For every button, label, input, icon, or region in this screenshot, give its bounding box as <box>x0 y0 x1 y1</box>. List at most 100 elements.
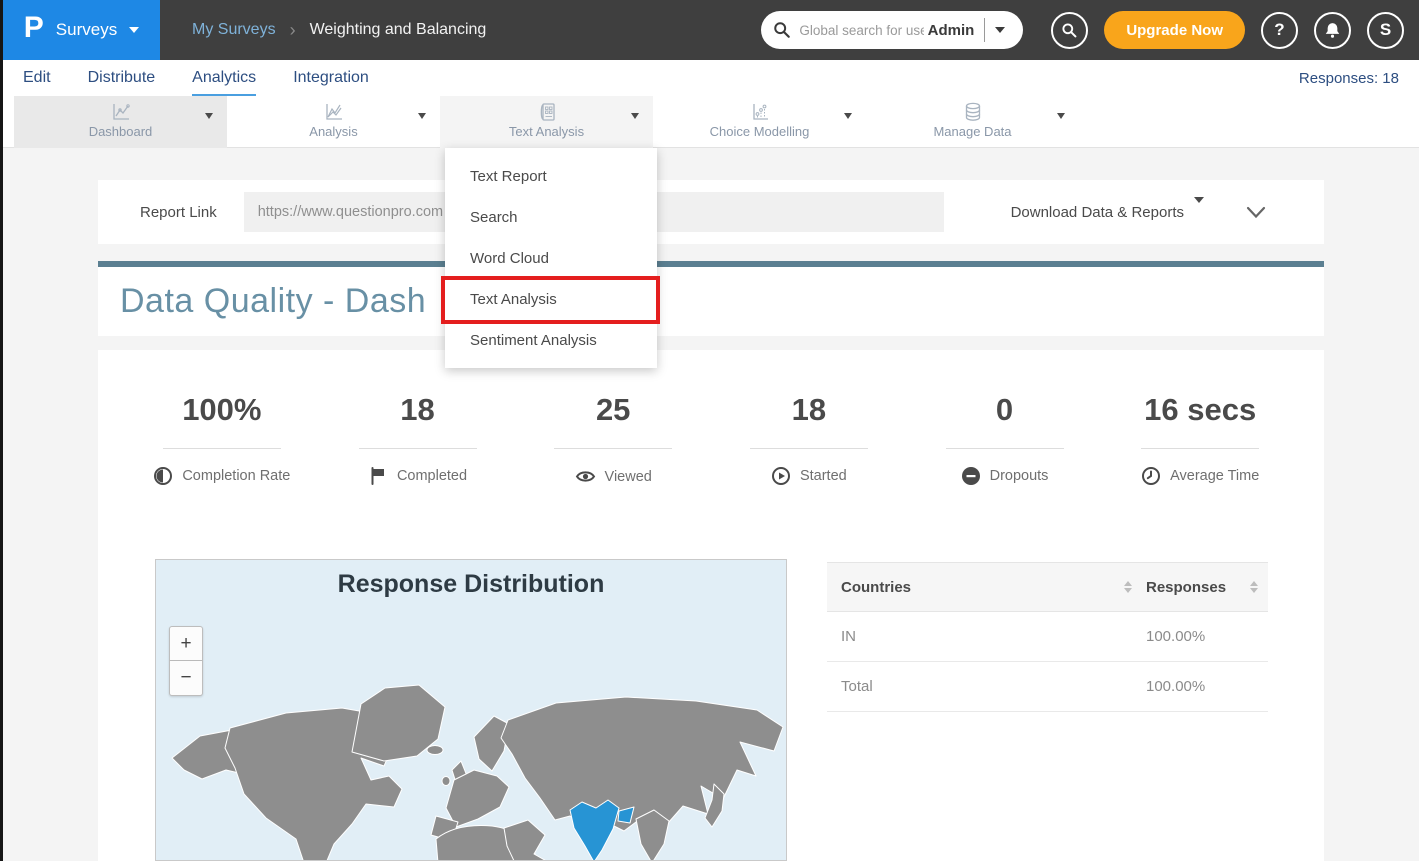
stat-value: 18 <box>711 392 907 428</box>
responses-cell: 100.00% <box>1146 678 1205 695</box>
download-data-reports-button[interactable]: Download Data & Reports <box>1011 204 1184 221</box>
search-scope-label: Admin <box>924 22 985 39</box>
notifications-button[interactable] <box>1314 12 1351 49</box>
stat-value: 100% <box>124 392 320 428</box>
divider <box>946 448 1064 449</box>
collapse-section-button[interactable] <box>1246 206 1266 219</box>
survey-nav: Edit Distribute Analytics Integration Re… <box>3 60 1419 96</box>
global-search-input[interactable] <box>799 23 923 38</box>
product-name: Surveys <box>56 20 117 40</box>
breadcrumb-separator-icon: › <box>290 20 296 41</box>
stat-completion-rate: 100% Completion Rate <box>124 392 320 487</box>
chevron-down-icon[interactable] <box>1194 203 1204 221</box>
zoom-in-button[interactable]: + <box>169 626 203 661</box>
tab-text-analysis[interactable]: Text Analysis <box>440 96 653 148</box>
sort-icon[interactable] <box>1250 581 1258 593</box>
tab-dashboard[interactable]: Dashboard <box>14 96 227 148</box>
countries-table: Countries Responses IN 100.00% Total 100… <box>827 562 1268 712</box>
chevron-down-icon[interactable] <box>205 119 213 137</box>
menu-item-text-report[interactable]: Text Report <box>445 156 657 197</box>
surveys-product-switcher[interactable]: P Surveys <box>3 0 160 60</box>
table-header: Countries Responses <box>827 562 1268 612</box>
zoom-out-button[interactable]: − <box>169 661 203 696</box>
line-chart-icon <box>110 101 132 123</box>
stat-started: 18 Started <box>711 392 907 487</box>
chevron-down-icon[interactable] <box>418 119 426 137</box>
nav-integration[interactable]: Integration <box>293 60 369 96</box>
table-row: IN 100.00% <box>827 612 1268 662</box>
dashboard-panel: 100% Completion Rate 18 Completed <box>98 350 1324 861</box>
stat-label: Viewed <box>605 469 652 485</box>
tab-label: Manage Data <box>866 124 1079 139</box>
header-actions: Admin Upgrade Now ? S <box>761 11 1419 49</box>
top-header: P Surveys My Surveys › Weighting and Bal… <box>0 0 1419 60</box>
stat-label: Completed <box>397 468 467 484</box>
divider <box>359 448 477 449</box>
tab-label: Dashboard <box>14 124 227 139</box>
stat-completed: 18 Completed <box>320 392 516 487</box>
text-analysis-dropdown: Text Report Search Word Cloud Text Analy… <box>445 148 657 368</box>
upgrade-now-button[interactable]: Upgrade Now <box>1104 11 1245 49</box>
table-row: Total 100.00% <box>827 662 1268 712</box>
menu-item-text-analysis[interactable]: Text Analysis <box>445 279 657 320</box>
responses-cell: 100.00% <box>1146 628 1205 645</box>
page-title-panel: Data Quality - Dash <box>98 267 1324 336</box>
breadcrumb-survey-name: Weighting and Balancing <box>310 21 487 39</box>
world-map[interactable] <box>156 658 787 861</box>
global-search-bar: Admin <box>761 11 1023 49</box>
stat-viewed: 25 Viewed <box>515 392 711 487</box>
tab-label: Choice Modelling <box>653 124 866 139</box>
tab-label: Text Analysis <box>440 124 653 139</box>
questionpro-logo: P <box>24 11 44 45</box>
tab-analysis[interactable]: Analysis <box>227 96 440 148</box>
flag-icon <box>368 466 388 486</box>
search-scope-dropdown[interactable] <box>985 15 1015 45</box>
report-link-label: Report Link <box>140 204 217 221</box>
analytics-tab-strip: Dashboard Analysis Text Analysis <box>3 96 1419 148</box>
column-responses[interactable]: Responses <box>1146 579 1226 596</box>
chevron-down-icon[interactable] <box>631 119 639 137</box>
stat-value: 16 secs <box>1102 392 1298 428</box>
stat-label: Dropouts <box>990 468 1049 484</box>
clock-icon <box>1141 466 1161 486</box>
country-cell: IN <box>841 628 856 645</box>
stat-label: Average Time <box>1170 468 1259 484</box>
window-edge <box>0 0 3 861</box>
stat-value: 0 <box>907 392 1103 428</box>
column-countries[interactable]: Countries <box>841 579 911 596</box>
divider <box>554 448 672 449</box>
user-avatar[interactable]: S <box>1367 12 1404 49</box>
stat-dropouts: 0 Dropouts <box>907 392 1103 487</box>
map-title: Response Distribution <box>156 570 786 599</box>
area-chart-icon <box>323 101 345 123</box>
menu-item-sentiment-analysis[interactable]: Sentiment Analysis <box>445 320 657 361</box>
sort-icon[interactable] <box>1124 581 1132 593</box>
chevron-down-icon <box>1246 206 1266 219</box>
scatter-chart-icon <box>749 101 771 123</box>
nav-analytics[interactable]: Analytics <box>192 60 256 96</box>
stats-row: 100% Completion Rate 18 Completed <box>124 392 1298 487</box>
tab-choice-modelling[interactable]: Choice Modelling <box>653 96 866 148</box>
chevron-down-icon[interactable] <box>1057 119 1065 137</box>
nav-edit[interactable]: Edit <box>23 60 51 96</box>
chevron-down-icon[interactable] <box>844 119 852 137</box>
menu-item-word-cloud[interactable]: Word Cloud <box>445 238 657 279</box>
stat-label: Completion Rate <box>182 468 290 484</box>
search-button[interactable] <box>1051 12 1088 49</box>
response-distribution-map: Response Distribution + − <box>155 559 787 861</box>
report-book-icon <box>536 101 558 123</box>
search-icon <box>773 21 791 39</box>
report-actions: Download Data & Reports <box>1011 203 1324 221</box>
nav-distribute[interactable]: Distribute <box>88 60 156 96</box>
breadcrumb: My Surveys › Weighting and Balancing <box>192 20 486 41</box>
help-button[interactable]: ? <box>1261 12 1298 49</box>
breadcrumb-my-surveys[interactable]: My Surveys <box>192 21 276 39</box>
stat-value: 18 <box>320 392 516 428</box>
chevron-down-icon <box>995 27 1005 33</box>
play-circle-icon <box>771 466 791 486</box>
avatar-initial: S <box>1380 20 1391 40</box>
bell-icon <box>1323 21 1342 40</box>
menu-item-search[interactable]: Search <box>445 197 657 238</box>
divider <box>1141 448 1259 449</box>
tab-manage-data[interactable]: Manage Data <box>866 96 1079 148</box>
